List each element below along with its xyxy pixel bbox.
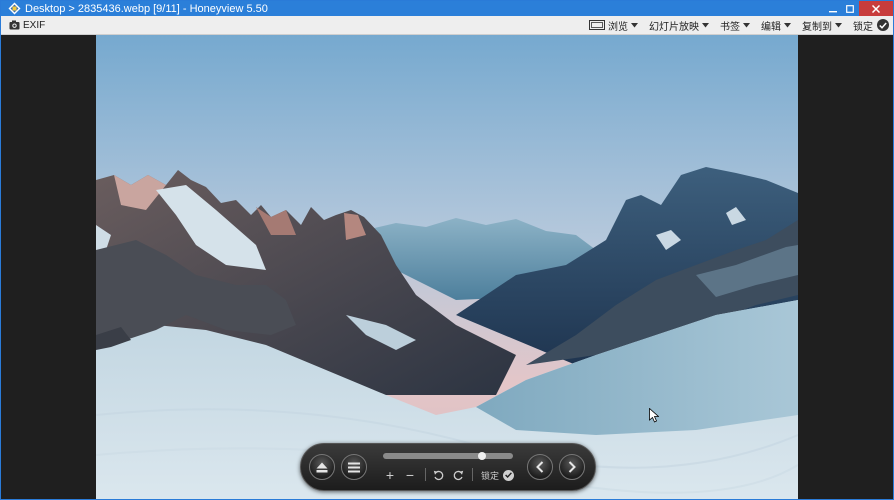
copy-to-menu[interactable]: 复制到 [802, 18, 842, 33]
chevron-left-icon [536, 461, 544, 473]
next-image-button[interactable] [559, 454, 585, 480]
lock-toggle-bar[interactable]: 锁定 [481, 467, 515, 483]
minimize-button[interactable] [825, 1, 841, 16]
camera-icon [9, 20, 20, 30]
window-title: Desktop > 2835436.webp [9/11] - Honeyvie… [25, 2, 268, 15]
lock-toggle[interactable]: 锁定 [853, 18, 889, 33]
hamburger-menu-icon [348, 462, 360, 472]
mouse-cursor-icon [649, 408, 659, 423]
toolbar-menus: 浏览 幻灯片放映 书签 编辑 复制到 锁定 [578, 16, 889, 34]
rotate-left-icon [433, 470, 443, 480]
exif-button[interactable]: EXIF [9, 20, 45, 31]
separator [425, 468, 426, 481]
close-icon [872, 4, 880, 13]
film-frame-icon [589, 20, 605, 30]
lock-bar-label: 锁定 [481, 470, 500, 481]
window-controls [824, 1, 893, 16]
image-viewport[interactable] [1, 35, 893, 499]
image-position-slider[interactable] [383, 452, 513, 460]
slideshow-menu[interactable]: 幻灯片放映 [649, 18, 709, 33]
rotate-right-icon [453, 470, 463, 480]
rotate-left-button[interactable] [431, 467, 445, 483]
edit-menu-label: 编辑 [761, 21, 781, 33]
close-button[interactable] [859, 1, 893, 16]
browse-menu-label: 浏览 [608, 21, 628, 33]
exif-label: EXIF [23, 19, 46, 31]
rotate-right-button[interactable] [451, 467, 465, 483]
minimize-icon [829, 10, 837, 12]
chevron-down-icon [702, 22, 709, 27]
viewer-control-bar: + − 锁定 [300, 443, 596, 491]
slideshow-menu-label: 幻灯片放映 [649, 21, 699, 33]
chevron-down-icon [743, 22, 750, 27]
separator [472, 468, 473, 481]
photo-mountain-landscape [96, 35, 798, 499]
bookmark-menu-label: 书签 [720, 21, 740, 33]
chevron-down-icon [835, 22, 842, 27]
zoom-in-button[interactable]: + [383, 467, 397, 483]
copy-to-menu-label: 复制到 [802, 21, 832, 33]
check-circle-icon [503, 469, 515, 481]
chevron-down-icon [631, 22, 638, 27]
chevron-right-icon [568, 461, 576, 473]
edit-menu[interactable]: 编辑 [761, 18, 791, 33]
app-window: Desktop > 2835436.webp [9/11] - Honeyvie… [0, 0, 894, 500]
eject-icon [316, 462, 328, 472]
maximize-icon [846, 4, 854, 13]
previous-image-button[interactable] [527, 454, 553, 480]
check-circle-icon [877, 19, 889, 31]
toolbar: EXIF 浏览 幻灯片放映 书签 编辑 复制到 锁定 [1, 16, 893, 35]
honeyview-app-icon[interactable] [7, 2, 21, 16]
title-bar[interactable]: Desktop > 2835436.webp [9/11] - Honeyvie… [1, 1, 893, 16]
zoom-out-button[interactable]: − [403, 467, 417, 483]
eject-button[interactable] [309, 454, 335, 480]
slider-thumb[interactable] [478, 452, 487, 460]
bookmark-menu[interactable]: 书签 [720, 18, 750, 33]
browse-menu[interactable]: 浏览 [589, 18, 638, 33]
chevron-down-icon [784, 22, 791, 27]
maximize-button[interactable] [842, 1, 858, 16]
lock-label: 锁定 [853, 21, 873, 33]
menu-button[interactable] [341, 454, 367, 480]
